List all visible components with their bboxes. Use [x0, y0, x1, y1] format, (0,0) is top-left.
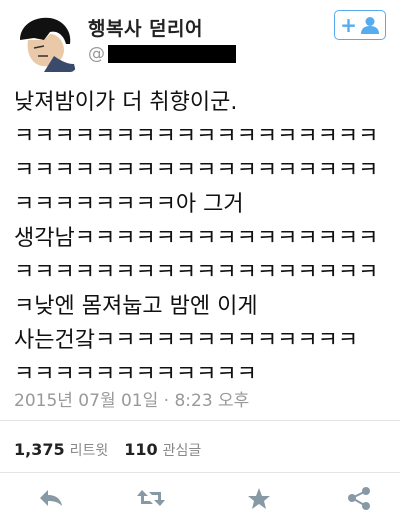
- tweet-timestamp: 2015년 07월 01일 · 8:23 오후: [14, 391, 250, 411]
- handle-prefix: @: [88, 44, 105, 64]
- tweet-line: ㅋㅋㅋㅋㅋㅋㅋㅋㅋㅋㅋㅋㅋㅋㅋㅋㅋㅋ: [14, 124, 379, 149]
- tweet-line: ㅋ낮엔 몸져눕고 밤엔 이게: [14, 294, 258, 319]
- follow-button[interactable]: +: [334, 10, 386, 40]
- retweet-count-group[interactable]: 1,375 리트윗: [14, 440, 108, 459]
- tweet-line: 사는건갘ㅋㅋㅋㅋㅋㅋㅋㅋㅋㅋㅋㅋㅋ: [14, 328, 359, 353]
- share-icon[interactable]: [344, 486, 374, 510]
- retweet-label: 리트윗: [69, 443, 109, 459]
- redacted-handle-bar: [108, 45, 236, 63]
- tweet-line: 생각남ㅋㅋㅋㅋㅋㅋㅋㅋㅋㅋㅋㅋㅋㅋㅋ: [14, 226, 379, 251]
- tweet-line: ㅋㅋㅋㅋㅋㅋㅋㅋㅋㅋㅋㅋㅋㅋㅋㅋㅋㅋ: [14, 260, 379, 285]
- tweet-actions: [0, 484, 400, 510]
- add-user-icon: [360, 17, 379, 34]
- like-count-group[interactable]: 110 관심글: [124, 440, 201, 459]
- reply-icon[interactable]: [36, 486, 66, 510]
- avatar[interactable]: [14, 10, 76, 72]
- retweet-count: 1,375: [14, 440, 65, 459]
- like-count: 110: [124, 440, 158, 459]
- divider: [0, 420, 400, 421]
- divider: [0, 472, 400, 473]
- tweet-line: ㅋㅋㅋㅋㅋㅋㅋㅋㅋㅋㅋㅋㅋㅋㅋㅋㅋㅋ: [14, 158, 379, 183]
- like-label: 관심글: [162, 443, 202, 459]
- tweet-stats: 1,375 리트윗 110 관심글: [14, 440, 201, 460]
- tweet-line: 낮져밤이가 더 취향이군.: [14, 90, 238, 115]
- display-name[interactable]: 행복사 덛리어: [88, 14, 203, 41]
- tweet-header: 행복사 덛리어 @ +: [0, 0, 400, 76]
- avatar-illustration-icon: [14, 10, 76, 72]
- follow-plus-label: +: [340, 13, 357, 37]
- tweet-text: 낮져밤이가 더 취향이군. ㅋㅋㅋㅋㅋㅋㅋㅋㅋㅋㅋㅋㅋㅋㅋㅋㅋㅋ ㅋㅋㅋㅋㅋㅋㅋ…: [14, 86, 394, 392]
- user-handle[interactable]: @: [88, 44, 105, 64]
- favorite-icon[interactable]: [244, 486, 274, 510]
- tweet-line: ㅋㅋㅋㅋㅋㅋㅋㅋ아 그거: [14, 192, 244, 217]
- retweet-icon[interactable]: [136, 486, 166, 510]
